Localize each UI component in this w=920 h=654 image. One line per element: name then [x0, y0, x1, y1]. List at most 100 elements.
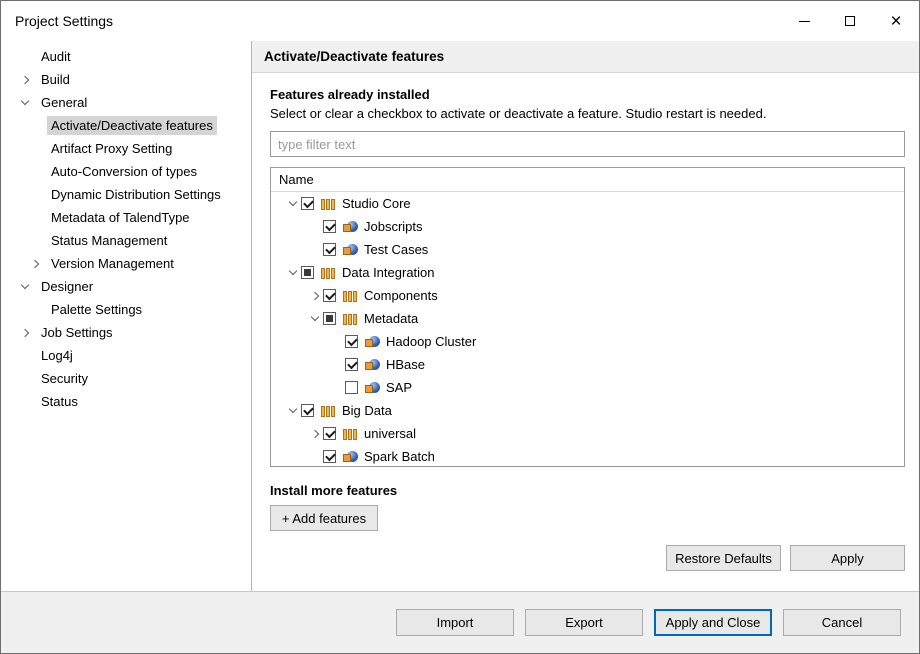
restore-defaults-button[interactable]: Restore Defaults: [666, 545, 781, 571]
export-button[interactable]: Export: [525, 609, 643, 636]
feature-label: SAP: [386, 380, 412, 395]
chevron-down-icon[interactable]: [13, 285, 37, 288]
chevron-down-icon[interactable]: [285, 271, 301, 274]
feature-row-sap[interactable]: SAP: [271, 376, 904, 399]
feature-icon: [343, 450, 358, 463]
feature-label: Hadoop Cluster: [386, 334, 476, 349]
feature-row-spark-batch[interactable]: Spark Batch: [271, 445, 904, 467]
settings-panel: Activate/Deactivate features Features al…: [252, 41, 919, 591]
checkbox-universal[interactable]: [323, 427, 336, 440]
sidebar-item-security[interactable]: Security: [1, 367, 251, 390]
chevron-right-icon[interactable]: [23, 261, 47, 267]
feature-row-metadata[interactable]: Metadata: [271, 307, 904, 330]
tree-column-header-name: Name: [271, 168, 904, 192]
checkbox-big-data[interactable]: [301, 404, 314, 417]
install-section-title: Install more features: [270, 483, 905, 498]
sidebar-item-dynamic-distribution-settings[interactable]: Dynamic Distribution Settings: [1, 183, 251, 206]
checkbox-spark-batch[interactable]: [323, 450, 336, 463]
feature-row-studio-core[interactable]: Studio Core: [271, 192, 904, 215]
feature-row-data-integration[interactable]: Data Integration: [271, 261, 904, 284]
feature-row-jobscripts[interactable]: Jobscripts: [271, 215, 904, 238]
chevron-down-icon[interactable]: [13, 101, 37, 104]
feature-label: Jobscripts: [364, 219, 423, 234]
sidebar-item-job-settings[interactable]: Job Settings: [1, 321, 251, 344]
panel-title: Activate/Deactivate features: [252, 41, 919, 73]
minimize-button[interactable]: [781, 1, 827, 41]
sidebar-item-palette-settings[interactable]: Palette Settings: [1, 298, 251, 321]
sidebar-item-status[interactable]: Status: [1, 390, 251, 413]
chevron-right-icon[interactable]: [13, 330, 37, 336]
feature-label: universal: [364, 426, 416, 441]
checkbox-data-integration[interactable]: [301, 266, 314, 279]
minimize-icon: [799, 21, 810, 22]
sidebar-item-version-management[interactable]: Version Management: [1, 252, 251, 275]
chevron-right-icon[interactable]: [307, 293, 323, 299]
sidebar-item-status-management[interactable]: Status Management: [1, 229, 251, 252]
sidebar-item-label: Auto-Conversion of types: [47, 162, 201, 181]
feature-group-icon: [343, 313, 358, 325]
sidebar-item-label: Status: [37, 392, 82, 411]
chevron-down-icon[interactable]: [307, 317, 323, 320]
feature-row-universal[interactable]: universal: [271, 422, 904, 445]
features-tree: Name Studio Core Jobscripts: [270, 167, 905, 467]
feature-row-hadoop-cluster[interactable]: Hadoop Cluster: [271, 330, 904, 353]
sidebar-item-label: Artifact Proxy Setting: [47, 139, 176, 158]
cancel-button[interactable]: Cancel: [783, 609, 901, 636]
feature-label: Spark Batch: [364, 449, 435, 464]
feature-row-test-cases[interactable]: Test Cases: [271, 238, 904, 261]
checkbox-jobscripts[interactable]: [323, 220, 336, 233]
checkbox-hadoop-cluster[interactable]: [345, 335, 358, 348]
sidebar-item-label: Metadata of TalendType: [47, 208, 194, 227]
sidebar-item-label: Job Settings: [37, 323, 117, 342]
feature-label: Data Integration: [342, 265, 435, 280]
apply-button[interactable]: Apply: [790, 545, 905, 571]
sidebar-item-activate-deactivate-features[interactable]: Activate/Deactivate features: [1, 114, 251, 137]
sidebar-item-label: Security: [37, 369, 92, 388]
checkbox-metadata[interactable]: [323, 312, 336, 325]
chevron-right-icon[interactable]: [13, 77, 37, 83]
maximize-button[interactable]: [827, 1, 873, 41]
chevron-right-icon[interactable]: [307, 431, 323, 437]
checkbox-hbase[interactable]: [345, 358, 358, 371]
checkbox-studio-core[interactable]: [301, 197, 314, 210]
sidebar-item-artifact-proxy-setting[interactable]: Artifact Proxy Setting: [1, 137, 251, 160]
import-button[interactable]: Import: [396, 609, 514, 636]
sidebar-item-label: Designer: [37, 277, 97, 296]
filter-input[interactable]: [270, 131, 905, 157]
feature-label: Metadata: [364, 311, 418, 326]
sidebar-item-log4j[interactable]: Log4j: [1, 344, 251, 367]
chevron-down-icon[interactable]: [285, 202, 301, 205]
sidebar-item-auto-conversion-of-types[interactable]: Auto-Conversion of types: [1, 160, 251, 183]
feature-label: HBase: [386, 357, 425, 372]
feature-group-icon: [321, 198, 336, 210]
feature-icon: [365, 335, 380, 348]
add-features-button[interactable]: + Add features: [270, 505, 378, 531]
sidebar-item-general[interactable]: General: [1, 91, 251, 114]
sidebar-item-metadata-of-talendtype[interactable]: Metadata of TalendType: [1, 206, 251, 229]
feature-icon: [343, 243, 358, 256]
checkbox-sap[interactable]: [345, 381, 358, 394]
sidebar-item-label: Version Management: [47, 254, 178, 273]
title-bar: Project Settings ×: [1, 1, 919, 41]
chevron-down-icon[interactable]: [285, 409, 301, 412]
sidebar-item-label: Audit: [37, 47, 75, 66]
checkbox-components[interactable]: [323, 289, 336, 302]
feature-row-components[interactable]: Components: [271, 284, 904, 307]
panel-actions: Restore Defaults Apply: [270, 545, 905, 571]
close-button[interactable]: ×: [873, 1, 919, 41]
apply-and-close-button[interactable]: Apply and Close: [654, 609, 772, 636]
feature-row-big-data[interactable]: Big Data: [271, 399, 904, 422]
sidebar-item-label: Dynamic Distribution Settings: [47, 185, 225, 204]
sidebar-item-audit[interactable]: Audit: [1, 45, 251, 68]
installed-section-title: Features already installed: [270, 87, 905, 102]
feature-group-icon: [321, 267, 336, 279]
sidebar-item-designer[interactable]: Designer: [1, 275, 251, 298]
panel-body: Features already installed Select or cle…: [252, 73, 919, 591]
sidebar-item-build[interactable]: Build: [1, 68, 251, 91]
sidebar-item-label: General: [37, 93, 91, 112]
window-title: Project Settings: [1, 13, 113, 29]
project-settings-dialog: Project Settings × Audit Build General: [0, 0, 920, 654]
feature-group-icon: [343, 428, 358, 440]
feature-row-hbase[interactable]: HBase: [271, 353, 904, 376]
checkbox-test-cases[interactable]: [323, 243, 336, 256]
